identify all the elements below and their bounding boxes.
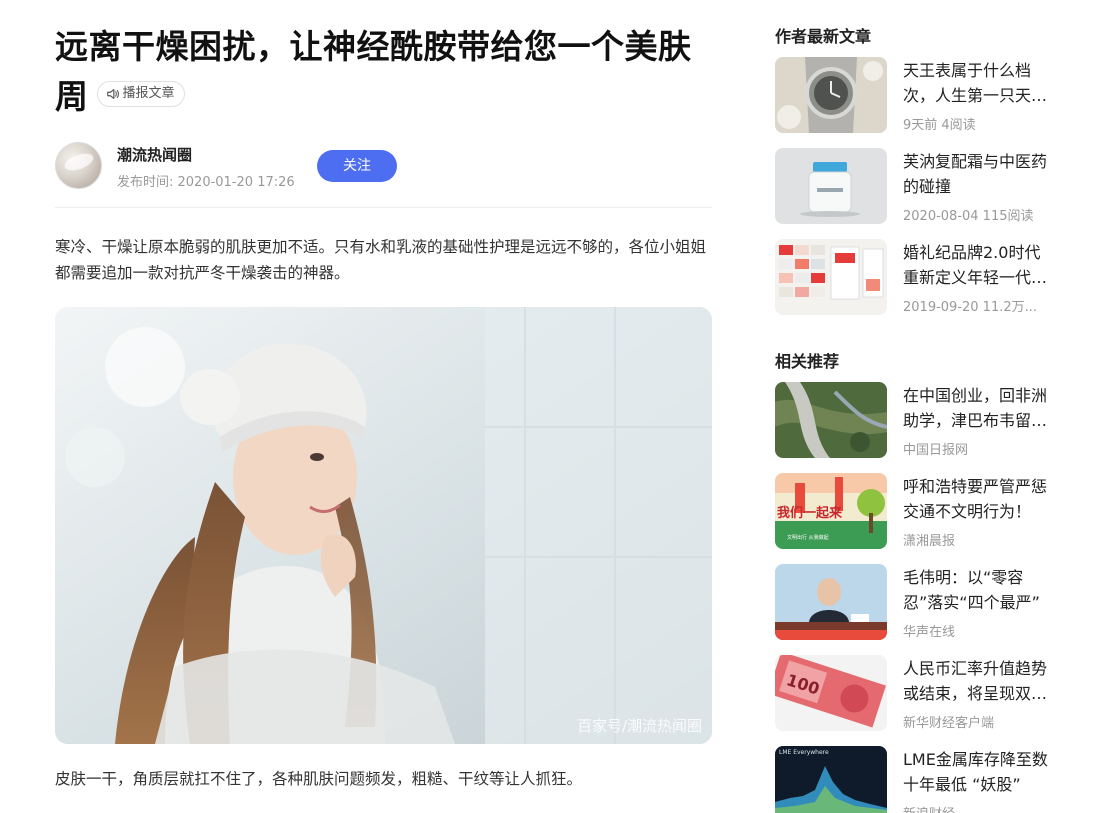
author-latest-item[interactable]: 天王表属于什么档次，人生第一只天王表 9天前 4阅读	[775, 57, 1065, 133]
publish-time: 发布时间: 2020-01-20 17:26	[117, 175, 295, 190]
article-paragraph-2: 皮肤一干，角质层就扛不住了，各种肌肤问题频发，粗糙、干纹等让人抓狂。	[55, 770, 583, 788]
cream-jar-thumbnail	[775, 148, 887, 224]
watch-thumbnail	[775, 57, 887, 133]
speaker-icon	[106, 88, 119, 99]
card-title: 呼和浩特要严管严惩交通不文明行为！	[903, 477, 1048, 521]
poster-thumbnail: 我们一起来 文明出行 从我做起	[775, 473, 887, 549]
author-name[interactable]: 潮流热闻圈	[117, 144, 192, 165]
chart-thumbnail: LME Everywhere	[775, 746, 887, 813]
related-item[interactable]: 我们一起来 文明出行 从我做起 呼和浩特要严管严惩交通不文明行为！ 潇湘晨报	[775, 473, 1065, 549]
card-meta: 新华财经客户端	[903, 716, 995, 731]
card-meta: 华声在线	[903, 625, 956, 640]
card-meta: 潇湘晨报	[903, 534, 956, 549]
related-item[interactable]: 毛伟明：以“零容忍”落实“四个最严” 华声在线	[775, 564, 1065, 640]
author-bar: 潮流热闻圈 发布时间: 2020-01-20 17:26 关注	[55, 142, 712, 208]
author-latest-item[interactable]: 芙汭复配霜与中医药的碰撞 2020-08-04 115阅读	[775, 148, 1065, 224]
card-title: LME金属库存降至数十年最低 “妖股”	[903, 750, 1048, 794]
related-item[interactable]: 100 人民币汇率升值趋势或结束，将呈现双向波动 新华财经客户端	[775, 655, 1065, 731]
card-title: 人民币汇率升值趋势或结束，将呈现双向波动	[903, 659, 1048, 703]
listen-article-button[interactable]: 播报文章	[96, 80, 185, 107]
listen-article-label: 播报文章	[122, 85, 175, 101]
related-heading: 相关推荐	[775, 352, 840, 371]
article-image: 百家号/潮流热闻圈	[55, 307, 712, 744]
article-paragraph-1: 寒冷、干燥让原本脆弱的肌肤更加不适。只有水和乳液的基础性护理是远远不够的，各位小…	[55, 238, 707, 282]
related-item[interactable]: LME Everywhere LME金属库存降至数十年最低 “妖股” 新浪财经	[775, 746, 1065, 813]
card-title: 芙汭复配霜与中医药的碰撞	[903, 152, 1048, 196]
related-item[interactable]: 在中国创业，回非洲助学，津巴布韦留学生 中国日报网	[775, 382, 1065, 458]
card-meta: 9天前 4阅读	[903, 118, 976, 133]
banknote-thumbnail: 100	[775, 655, 887, 731]
meeting-thumbnail	[775, 564, 887, 640]
card-meta: 2020-08-04 115阅读	[903, 209, 1034, 224]
card-meta: 中国日报网	[903, 443, 969, 458]
card-title: 在中国创业，回非洲助学，津巴布韦留学生	[903, 386, 1048, 430]
brochure-thumbnail	[775, 239, 887, 315]
chart-thumbnail-title: LME Everywhere	[779, 749, 829, 756]
card-title: 婚礼纪品牌2.0时代 重新定义年轻一代婚礼	[903, 243, 1048, 287]
card-title: 毛伟明：以“零容忍”落实“四个最严”	[903, 568, 1040, 612]
card-meta: 新浪财经	[903, 803, 955, 813]
author-latest-item[interactable]: 婚礼纪品牌2.0时代 重新定义年轻一代婚礼 2019-09-20 11.2万..…	[775, 239, 1065, 315]
image-watermark: 百家号/潮流热闻圈	[576, 717, 702, 735]
article-main: 远离干燥困扰，让神经酰胺带给您一个美肤周 播报文章 潮流热闻圈 发布时间: 202…	[55, 22, 712, 788]
article-title: 远离干燥困扰，让神经酰胺带给您一个美肤周 播报文章	[55, 22, 712, 122]
aerial-thumbnail	[775, 382, 887, 458]
poster-headline: 我们一起来	[777, 505, 843, 521]
woman-in-knit-hat-image	[55, 307, 712, 744]
card-meta: 2019-09-20 11.2万...	[903, 300, 1038, 315]
author-avatar[interactable]	[55, 142, 102, 189]
card-title: 天王表属于什么档次，人生第一只天王表	[903, 61, 1048, 105]
author-latest-heading: 作者最新文章	[775, 27, 872, 46]
follow-button[interactable]: 关注	[317, 150, 397, 182]
poster-subtext: 文明出行 从我做起	[787, 534, 829, 541]
